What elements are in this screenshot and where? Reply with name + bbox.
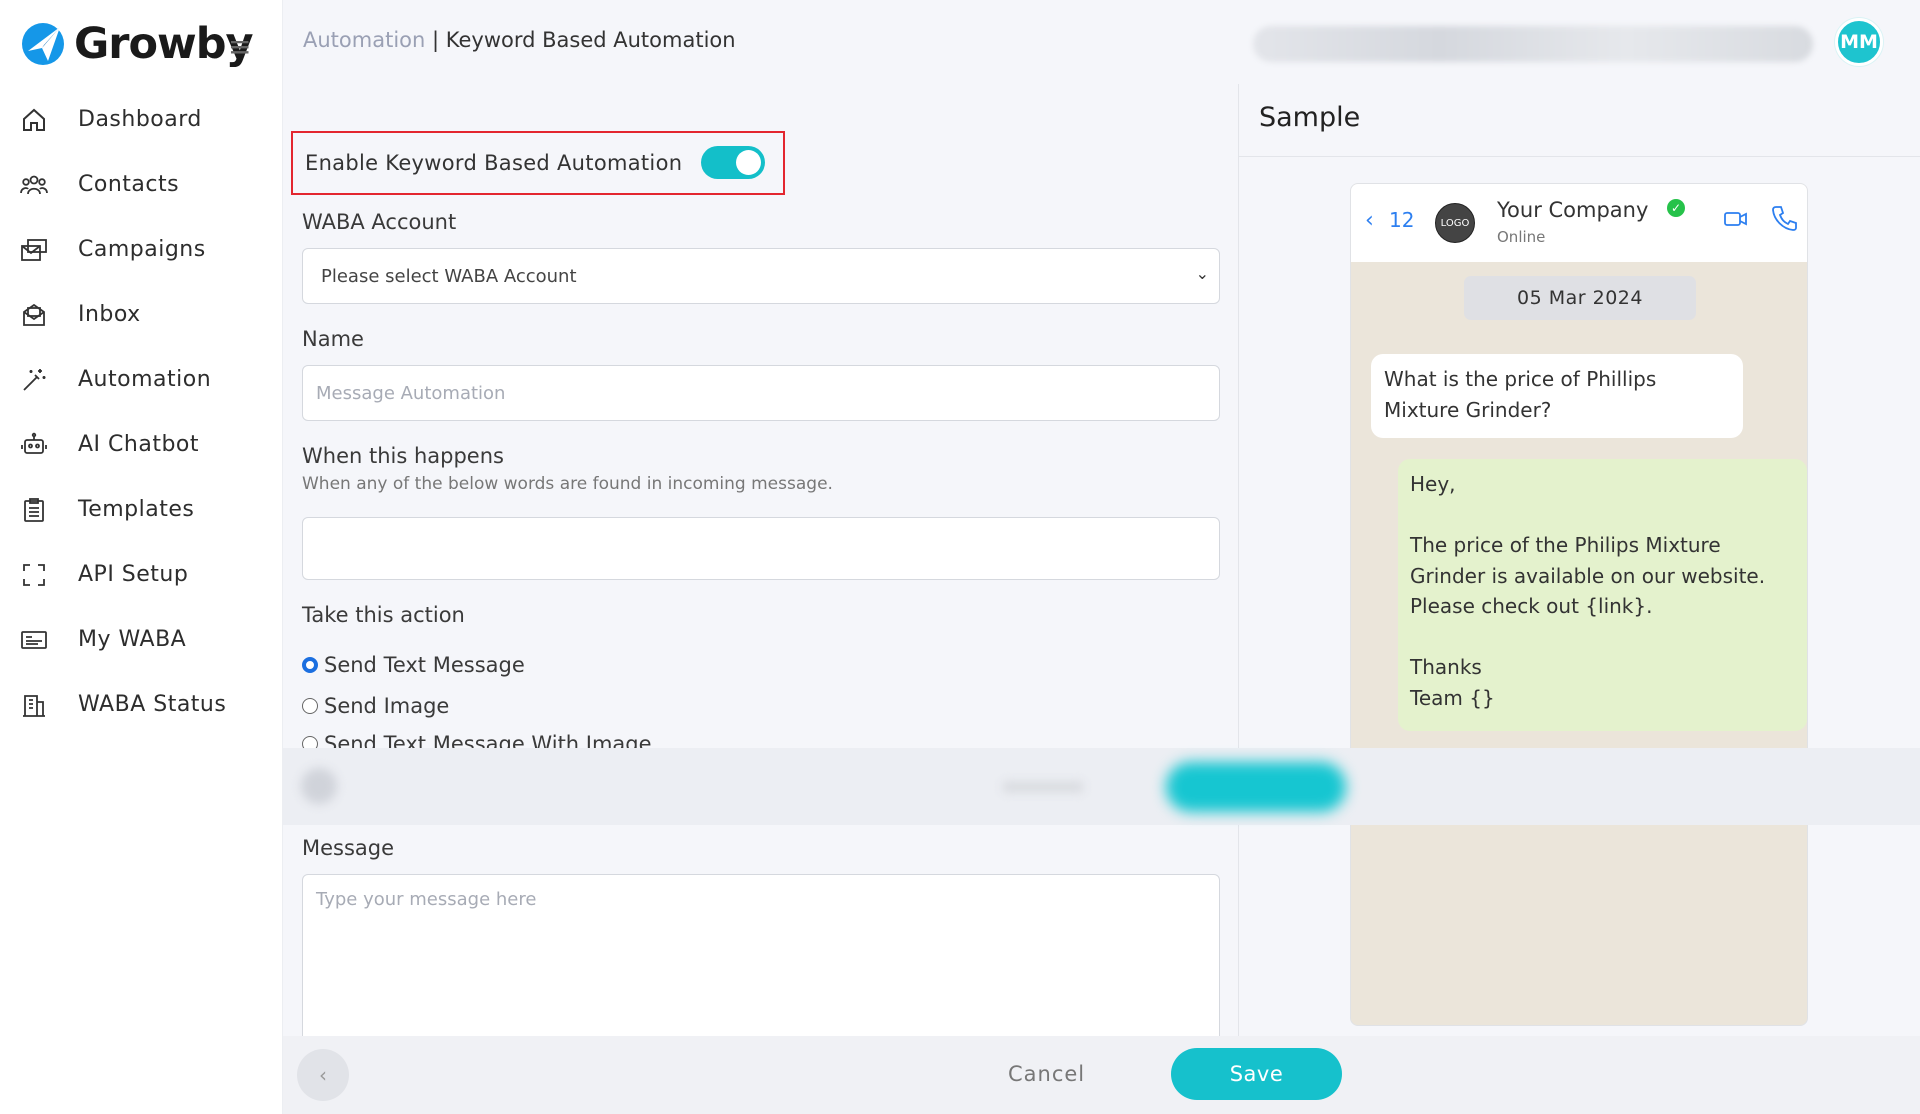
radio-label: Send Text Message With Image: [324, 732, 652, 748]
magic-wand-icon: [20, 366, 48, 394]
breadcrumb-separator: |: [425, 28, 446, 52]
home-icon: [20, 106, 48, 134]
breadcrumb-root[interactable]: Automation: [303, 28, 425, 52]
radio-button-selected[interactable]: [302, 657, 318, 673]
brand-name: Growby: [74, 19, 254, 69]
sidebar-item-templates[interactable]: Templates: [0, 477, 283, 542]
back-button[interactable]: ‹: [297, 1049, 349, 1101]
sidebar-item-label: Contacts: [78, 172, 180, 197]
inbox-icon: [20, 301, 48, 329]
sidebar-item-inbox[interactable]: Inbox: [0, 282, 283, 347]
back-arrow-icon: ‹: [1365, 208, 1374, 233]
scan-frame-icon: [20, 561, 48, 589]
blurred-save-button: [1166, 762, 1346, 812]
radio-label: Send Image: [324, 694, 450, 718]
sidebar-nav: Dashboard Contacts Campaigns Inbox Autom…: [0, 87, 283, 737]
blurred-action-bar: [283, 748, 1920, 825]
message-textarea[interactable]: Type your message here: [302, 874, 1220, 1054]
top-header: Automation | Keyword Based Automation MM: [283, 0, 1920, 84]
company-name: Your Company: [1497, 198, 1649, 222]
radio-label: Send Text Message: [324, 653, 525, 677]
action-label: Take this action: [302, 603, 465, 627]
enable-automation-label: Enable Keyword Based Automation: [305, 151, 683, 175]
date-chip: 05 Mar 2024: [1464, 276, 1696, 320]
phone-call-icon: [1771, 204, 1797, 236]
sidebar-item-label: WABA Status: [78, 692, 227, 717]
form-footer: ‹ Cancel Save: [283, 1036, 1920, 1114]
blurred-back-button: [301, 768, 337, 804]
radio-send-text-with-image[interactable]: Send Text Message With Image: [302, 732, 652, 748]
brand-logo[interactable]: Growby: [20, 16, 254, 72]
waba-account-value: Please select WABA Account: [321, 265, 577, 287]
chevron-down-icon: ⌄: [1195, 264, 1209, 283]
breadcrumb-current: Keyword Based Automation: [445, 28, 736, 52]
sidebar-item-label: API Setup: [78, 562, 189, 587]
enable-automation-highlight: Enable Keyword Based Automation: [291, 131, 785, 195]
sidebar-item-contacts[interactable]: Contacts: [0, 152, 283, 217]
sidebar-item-api-setup[interactable]: API Setup: [0, 542, 283, 607]
cancel-button[interactable]: Cancel: [1008, 1062, 1085, 1086]
trigger-help-text: When any of the below words are found in…: [302, 474, 833, 494]
company-logo: LOGO: [1435, 203, 1475, 243]
radio-send-image[interactable]: Send Image: [302, 694, 449, 718]
sidebar-item-label: Campaigns: [78, 237, 206, 262]
sidebar-item-ai-chatbot[interactable]: AI Chatbot: [0, 412, 283, 477]
radio-button[interactable]: [302, 698, 318, 714]
online-status: Online: [1497, 228, 1546, 246]
sidebar-item-automation[interactable]: Automation: [0, 347, 283, 412]
chat-header: ‹ 12 LOGO Your Company ✓ Online: [1351, 184, 1807, 262]
sidebar-item-dashboard[interactable]: Dashboard: [0, 87, 283, 152]
chevron-left-icon: ‹: [319, 1063, 327, 1087]
radio-button[interactable]: [302, 736, 318, 748]
verified-badge-icon: ✓: [1667, 199, 1685, 217]
message-label: Message: [302, 836, 395, 860]
sidebar-item-label: Inbox: [78, 302, 141, 327]
card-icon: [20, 626, 48, 654]
enable-automation-toggle[interactable]: [701, 146, 765, 179]
radio-send-text-message[interactable]: Send Text Message: [302, 653, 525, 677]
sidebar-item-label: AI Chatbot: [78, 432, 199, 457]
incoming-message-bubble: What is the price of Phillips Mixture Gr…: [1371, 354, 1743, 438]
building-icon: [20, 691, 48, 719]
name-input[interactable]: Message Automation: [302, 365, 1220, 421]
message-placeholder: Type your message here: [316, 889, 537, 910]
menu-toggle-icon[interactable]: ≡: [228, 30, 251, 63]
name-input-placeholder: Message Automation: [316, 382, 506, 404]
avatar[interactable]: MM: [1835, 18, 1883, 66]
clipboard-icon: [20, 496, 48, 524]
save-button[interactable]: Save: [1171, 1048, 1342, 1100]
sidebar-item-label: My WABA: [78, 627, 187, 652]
blurred-cancel: [1003, 782, 1083, 792]
whatsapp-preview: ‹ 12 LOGO Your Company ✓ Online 05 Mar 2…: [1350, 183, 1808, 1026]
sidebar-item-campaigns[interactable]: Campaigns: [0, 217, 283, 282]
growby-logo-icon: [22, 23, 64, 65]
sample-divider: [1239, 156, 1920, 157]
outgoing-message-bubble: Hey, The price of the Philips Mixture Gr…: [1398, 459, 1807, 731]
waba-account-select[interactable]: Please select WABA Account ⌄: [302, 248, 1220, 304]
breadcrumb: Automation | Keyword Based Automation: [303, 28, 736, 52]
redacted-account-info: [1253, 26, 1813, 62]
sidebar-item-waba-status[interactable]: WABA Status: [0, 672, 283, 737]
campaign-icon: [20, 236, 48, 264]
keywords-input[interactable]: [302, 517, 1220, 580]
robot-icon: [20, 431, 48, 459]
video-call-icon: [1723, 208, 1749, 234]
toggle-knob: [736, 150, 761, 175]
sidebar: Growby ≡ Dashboard Contacts Campaigns In…: [0, 0, 283, 1114]
people-icon: [20, 171, 48, 199]
sidebar-item-label: Automation: [78, 367, 212, 392]
sample-title: Sample: [1259, 102, 1361, 133]
waba-account-label: WABA Account: [302, 210, 457, 234]
sidebar-item-label: Templates: [78, 497, 195, 522]
name-label: Name: [302, 327, 364, 351]
unread-count: 12: [1389, 208, 1415, 232]
sidebar-item-my-waba[interactable]: My WABA: [0, 607, 283, 672]
panel-divider: [1238, 84, 1239, 1114]
sidebar-item-label: Dashboard: [78, 107, 202, 132]
radio-clip: Send Text Message With Image: [302, 732, 1220, 748]
trigger-label: When this happens: [302, 444, 504, 468]
